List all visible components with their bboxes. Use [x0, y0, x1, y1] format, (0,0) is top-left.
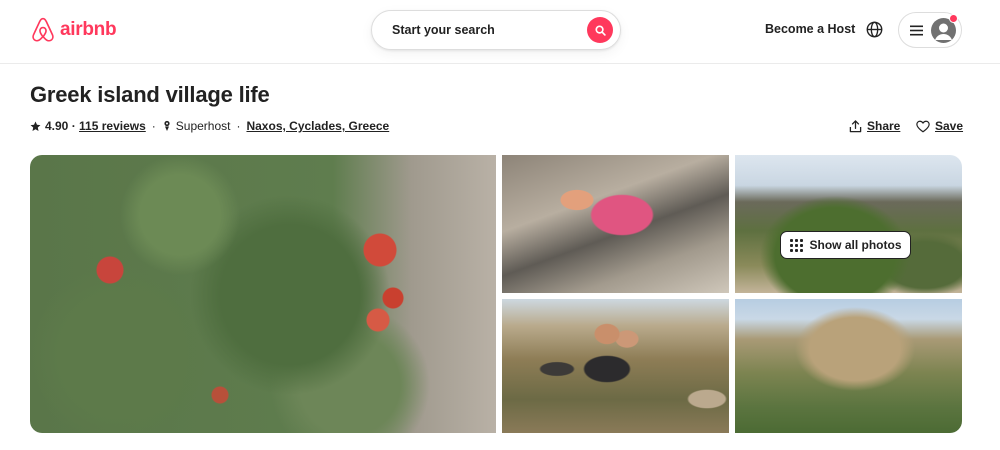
search-bar[interactable]: Start your search: [371, 10, 621, 50]
search-icon: [594, 24, 606, 36]
share-icon: [849, 119, 862, 132]
photo-4[interactable]: [502, 299, 729, 433]
photo-gallery: [30, 155, 962, 433]
rating-value: 4.90: [45, 119, 69, 133]
star-icon: [30, 121, 41, 131]
globe-icon[interactable]: [866, 21, 883, 38]
save-label: Save: [935, 119, 964, 133]
search-label: Start your search: [392, 23, 495, 37]
separator-dot: ·: [151, 119, 156, 133]
share-button[interactable]: Share: [849, 118, 900, 134]
reviews-link[interactable]: 115 reviews: [79, 119, 146, 133]
rating-dot: ·: [68, 119, 80, 133]
show-all-photos-label: Show all photos: [809, 238, 902, 252]
photo-main[interactable]: [30, 155, 496, 433]
superhost-icon: [164, 120, 170, 131]
site-header: airbnb Start your search Become a Host: [0, 0, 1000, 64]
menu-icon: [910, 25, 923, 35]
superhost-label: Superhost: [175, 119, 231, 133]
heart-icon: [916, 120, 930, 132]
photo-3[interactable]: [735, 155, 962, 293]
separator-dot: ·: [236, 119, 241, 133]
become-host-link[interactable]: Become a Host: [765, 22, 855, 36]
airbnb-logo-icon: [32, 17, 54, 42]
photo-5[interactable]: [735, 299, 962, 433]
airbnb-logo[interactable]: airbnb: [30, 16, 117, 44]
notification-dot: [949, 14, 958, 23]
listing-title: Greek island village life: [30, 82, 270, 107]
logo-text: airbnb: [60, 19, 117, 40]
grid-icon: [789, 238, 803, 252]
listing-meta: 4.90 · 115 reviews · Superhost · Naxos, …: [30, 118, 389, 134]
share-label: Share: [867, 119, 901, 133]
location-link[interactable]: Naxos, Cyclades, Greece: [246, 119, 389, 133]
save-button[interactable]: Save: [916, 118, 963, 134]
photo-2[interactable]: [502, 155, 729, 293]
search-button[interactable]: [587, 17, 613, 43]
show-all-photos-button[interactable]: Show all photos: [780, 231, 911, 259]
